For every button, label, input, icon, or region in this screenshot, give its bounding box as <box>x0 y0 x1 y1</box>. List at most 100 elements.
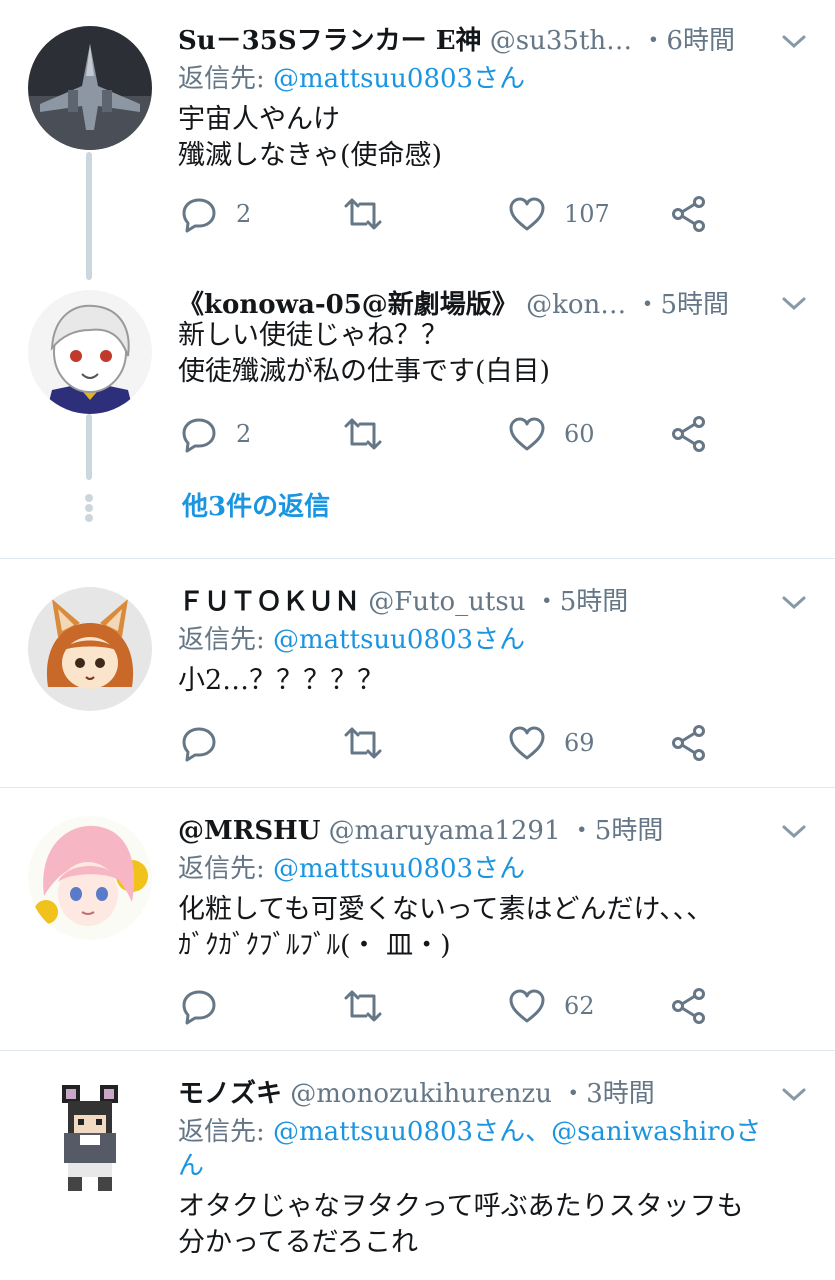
reply-to-label: 返信先: <box>178 64 265 94</box>
tweet-actions: 69 <box>178 723 738 763</box>
tweet-text: オタクじゃなヲタクって呼ぶあたりスタッフも 分かってるだろこれ <box>178 1191 744 1258</box>
tweet-5[interactable]: モノズキ @monozukihurenzu ・3時間 返信先: @mattsuu… <box>0 1051 835 1280</box>
reply-icon <box>182 198 216 233</box>
retweet-icon <box>344 198 382 230</box>
timestamp[interactable]: ・3時間 <box>560 1079 655 1109</box>
handle[interactable]: @monozukihurenzu <box>290 1079 552 1109</box>
share-icon <box>672 988 705 1024</box>
reply-button[interactable]: 2 <box>180 414 251 454</box>
like-button[interactable]: 107 <box>508 194 610 234</box>
retweet-button[interactable] <box>342 194 384 234</box>
like-count: 69 <box>564 729 595 757</box>
tweet-actions: 2 60 <box>178 414 738 454</box>
thread-dot <box>85 514 93 522</box>
display-name[interactable]: ＦＵＴＯＫＵＮ <box>178 587 360 617</box>
thread-dot <box>85 504 93 512</box>
tweet-1[interactable]: Su－35Sフランカー E神 @su35th… ・6時間 返信先: @matts… <box>0 0 835 280</box>
reply-to-link[interactable]: @mattsuu0803さん、@saniwashiroさ <box>273 1117 761 1147</box>
reply-to-label: 返信先: <box>178 625 265 655</box>
reply-to: 返信先: @mattsuu0803さん、@saniwashiroさ <box>178 1115 761 1149</box>
handle[interactable]: @Futo_utsu <box>368 587 525 617</box>
heart-icon <box>509 989 545 1023</box>
reply-to-link[interactable]: @mattsuu0803さん <box>273 854 525 884</box>
display-name[interactable]: モノズキ <box>178 1079 282 1109</box>
chevron-down-icon[interactable] <box>780 32 808 52</box>
thread-line <box>86 152 92 280</box>
pink-hair-girl-avatar[interactable] <box>28 816 152 940</box>
share-button[interactable] <box>670 194 708 234</box>
reply-to-label: 返信先: <box>178 854 265 884</box>
tweet-text: 化粧しても可愛くないって素はどんだけ、、、 ｶﾞｸｶﾞｸﾌﾞﾙﾌﾞﾙ(・ 皿・) <box>178 894 714 961</box>
share-button[interactable] <box>670 723 708 763</box>
reply-count: 2 <box>236 420 252 448</box>
tweet-2[interactable]: 《konowa-05@新劇場版》 @kon… ・5時間 新しい使徒じゃね？？ 使… <box>0 280 835 558</box>
reply-to: 返信先: @mattsuu0803さん <box>178 852 525 886</box>
thread-dot <box>85 494 93 502</box>
share-button[interactable] <box>670 986 708 1026</box>
reply-to: 返信先: @mattsuu0803さん <box>178 62 525 96</box>
tweet-4[interactable]: @MRSHU @maruyama1291 ・5時間 返信先: @mattsuu0… <box>0 788 835 1050</box>
reply-icon <box>182 990 216 1025</box>
tweet-3[interactable]: ＦＵＴＯＫＵＮ @Futo_utsu ・5時間 返信先: @mattsuu080… <box>0 559 835 787</box>
timestamp[interactable]: ・5時間 <box>534 587 629 617</box>
display-name[interactable]: @MRSHU <box>178 816 320 846</box>
chevron-down-icon[interactable] <box>780 593 808 613</box>
reply-to: 返信先: @mattsuu0803さん <box>178 623 525 657</box>
timestamp[interactable]: ・5時間 <box>635 290 730 320</box>
thread-line <box>86 414 92 480</box>
like-count: 62 <box>564 992 595 1020</box>
heart-icon <box>509 197 545 231</box>
like-count: 107 <box>564 200 610 228</box>
like-count: 60 <box>564 420 595 448</box>
retweet-icon <box>344 418 382 450</box>
tweet-header: ＦＵＴＯＫＵＮ @Futo_utsu ・5時間 <box>178 585 628 619</box>
heart-icon <box>509 417 545 451</box>
reply-to-link-continued[interactable]: ん <box>178 1151 204 1181</box>
tweet-header: モノズキ @monozukihurenzu ・3時間 <box>178 1077 655 1111</box>
handle[interactable]: @kon… <box>526 290 626 320</box>
retweet-button[interactable] <box>342 986 384 1026</box>
display-name[interactable]: Su－35Sフランカー E神 <box>178 26 482 56</box>
tweet-actions: 2 107 <box>178 194 738 234</box>
retweet-icon <box>344 727 382 759</box>
reply-to-link[interactable]: @mattsuu0803さん <box>273 64 525 94</box>
handle[interactable]: @maruyama1291 <box>329 816 561 846</box>
display-name[interactable]: 《konowa-05@新劇場版》 <box>178 290 518 320</box>
like-button[interactable]: 62 <box>508 986 595 1026</box>
tweet-text: 小2…？？？？？ <box>178 665 385 696</box>
share-icon <box>672 196 705 232</box>
handle[interactable]: @su35th… <box>490 26 632 56</box>
reply-to-link[interactable]: @mattsuu0803さん <box>273 625 525 655</box>
retweet-button[interactable] <box>342 723 384 763</box>
share-icon <box>672 416 705 452</box>
tweet-header: Su－35Sフランカー E神 @su35th… ・6時間 <box>178 24 735 58</box>
retweet-button[interactable] <box>342 414 384 454</box>
show-more-replies-link[interactable]: 他3件の返信 <box>182 486 330 523</box>
tweet-header: @MRSHU @maruyama1291 ・5時間 <box>178 814 663 848</box>
reply-count: 2 <box>236 200 252 228</box>
white-hair-character-avatar[interactable] <box>28 290 152 414</box>
share-button[interactable] <box>670 414 708 454</box>
reply-button[interactable] <box>180 723 218 763</box>
reply-to-label: 返信先: <box>178 1117 265 1147</box>
timestamp[interactable]: ・6時間 <box>640 26 735 56</box>
timestamp[interactable]: ・5時間 <box>569 816 664 846</box>
tweet-text: 新しい使徒じゃね？？ 使徒殲滅が私の仕事です(白目) <box>178 320 551 387</box>
chevron-down-icon[interactable] <box>780 294 808 314</box>
reply-button[interactable]: 2 <box>180 194 251 234</box>
like-button[interactable]: 69 <box>508 723 595 763</box>
chevron-down-icon[interactable] <box>780 822 808 842</box>
tweet-text: 宇宙人やんけ 殲滅しなきゃ(使命感) <box>178 104 443 171</box>
heart-icon <box>509 726 545 760</box>
pixel-mouse-avatar[interactable] <box>28 1079 152 1203</box>
reply-to-continued: ん <box>178 1149 204 1183</box>
reply-icon <box>182 418 216 453</box>
fighter-jet-avatar[interactable] <box>28 26 152 150</box>
reply-icon <box>182 727 216 762</box>
like-button[interactable]: 60 <box>508 414 595 454</box>
fox-girl-avatar[interactable] <box>28 587 152 711</box>
reply-button[interactable] <box>180 986 218 1026</box>
chevron-down-icon[interactable] <box>780 1085 808 1105</box>
tweet-actions: 62 <box>178 986 738 1026</box>
tweet-header: 《konowa-05@新劇場版》 @kon… ・5時間 <box>178 288 729 322</box>
